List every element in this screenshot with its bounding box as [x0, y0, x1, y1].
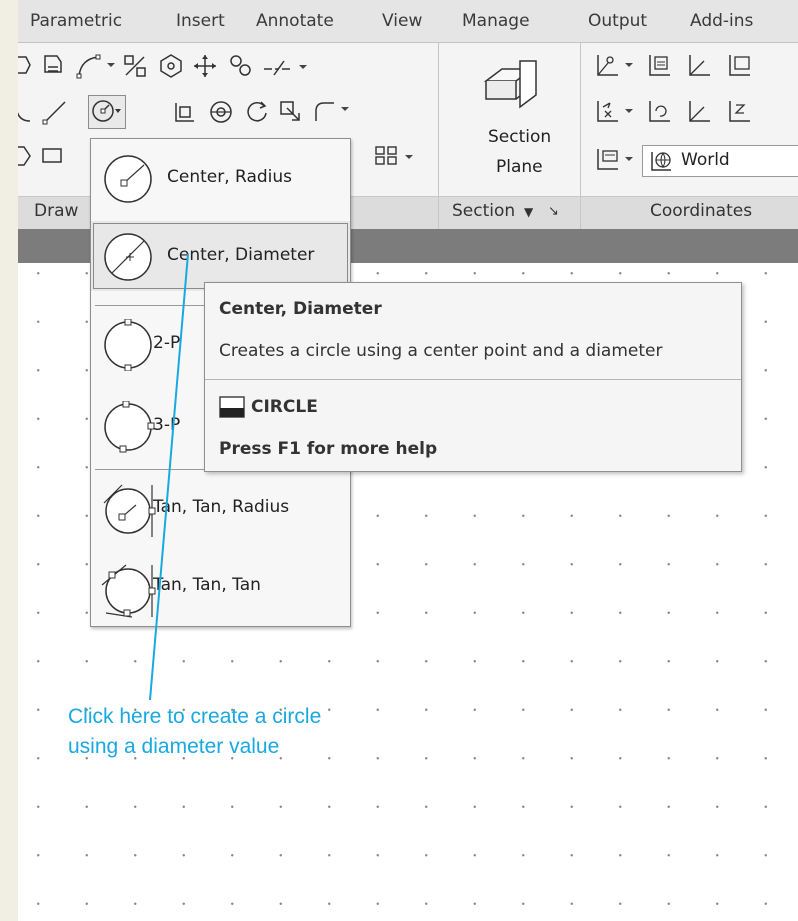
autocad-window: Parametric Insert Annotate View Manage O…	[18, 0, 798, 921]
callout-leader-line	[149, 253, 189, 701]
callout-line1: Click here to create a circle	[68, 705, 322, 728]
callout-annotation: Click here to create a circle using a di…	[68, 702, 321, 762]
callout-line2: using a diameter value	[68, 735, 280, 758]
